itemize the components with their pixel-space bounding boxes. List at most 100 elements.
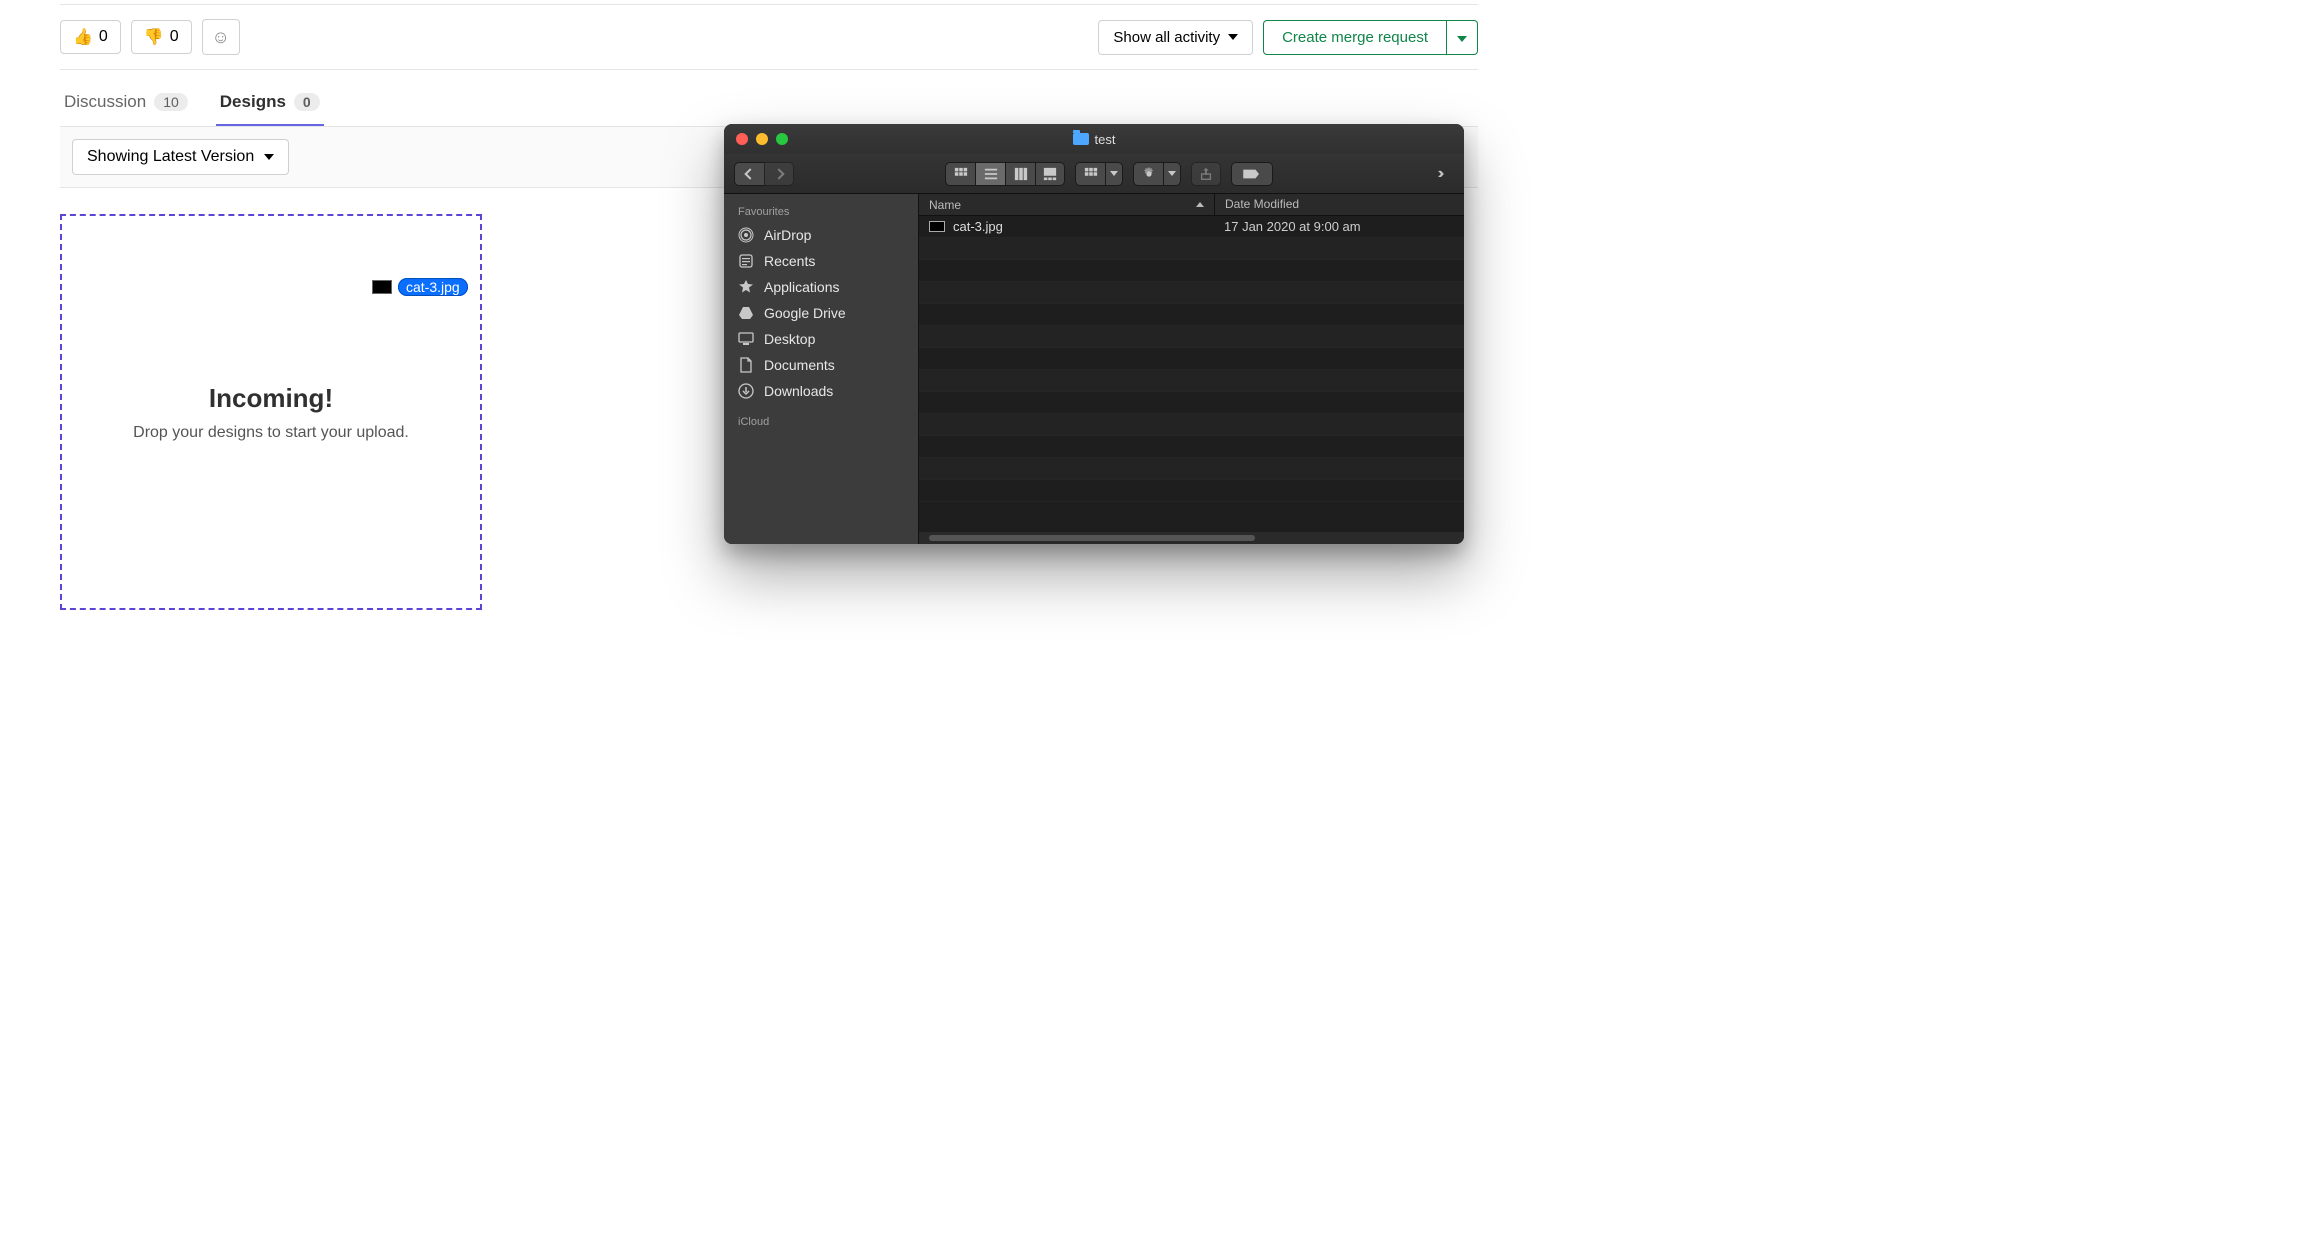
file-row-empty [919, 392, 1464, 414]
scrollbar-thumb[interactable] [929, 535, 1255, 541]
emoji-picker-button[interactable]: ☺ [202, 19, 240, 55]
arrange-options-button[interactable] [1105, 162, 1123, 186]
activity-filter-label: Show all activity [1113, 29, 1220, 46]
airdrop-icon [738, 227, 754, 243]
window-maximize-button[interactable] [776, 133, 788, 145]
tab-discussion-count: 10 [154, 93, 188, 111]
sidebar-item-documents[interactable]: Documents [724, 352, 918, 378]
drag-ghost-filename: cat-3.jpg [398, 278, 468, 296]
nav-forward-button[interactable] [764, 162, 794, 186]
create-merge-request-options-button[interactable] [1447, 20, 1478, 55]
finder-file-list: Name Date Modified cat-3.jpg 17 Jan 2020… [919, 194, 1464, 544]
thumbs-up-count: 0 [99, 28, 108, 46]
file-row-empty [919, 370, 1464, 392]
arrange-icon [1084, 167, 1098, 181]
image-file-icon [929, 221, 945, 232]
gallery-icon [1043, 167, 1057, 181]
gear-icon [1142, 167, 1156, 181]
finder-titlebar[interactable]: test [724, 124, 1464, 154]
file-row-empty [919, 304, 1464, 326]
action-button[interactable] [1133, 162, 1163, 186]
sidebar-item-applications[interactable]: Applications [724, 274, 918, 300]
grid-icon [954, 167, 968, 181]
file-row-empty [919, 348, 1464, 370]
file-row-empty [919, 326, 1464, 348]
view-icon-button[interactable] [945, 162, 975, 186]
sidebar-item-desktop[interactable]: Desktop [724, 326, 918, 352]
file-date-modified: 17 Jan 2020 at 9:00 am [1214, 219, 1464, 234]
finder-title-label: test [1095, 132, 1116, 147]
view-column-button[interactable] [1005, 162, 1035, 186]
image-thumbnail-icon [372, 280, 392, 294]
sidebar-item-downloads[interactable]: Downloads [724, 378, 918, 404]
list-icon [984, 167, 998, 181]
google-drive-icon [738, 305, 754, 321]
window-minimize-button[interactable] [756, 133, 768, 145]
view-list-button[interactable] [975, 162, 1005, 186]
sidebar-item-label: AirDrop [764, 227, 811, 243]
column-header-date-modified[interactable]: Date Modified [1214, 194, 1464, 215]
column-header-date-label: Date Modified [1225, 197, 1299, 211]
file-row-empty [919, 260, 1464, 282]
chevron-down-icon [1457, 36, 1467, 42]
tab-discussion-label: Discussion [64, 92, 146, 112]
sidebar-item-google-drive[interactable]: Google Drive [724, 300, 918, 326]
folder-icon [1073, 133, 1089, 145]
sidebar-item-recents[interactable]: Recents [724, 248, 918, 274]
double-chevron-right-icon: ›› [1438, 165, 1441, 183]
file-row-empty [919, 480, 1464, 502]
create-merge-request-button[interactable]: Create merge request [1263, 20, 1447, 55]
horizontal-scrollbar[interactable] [919, 532, 1464, 544]
share-icon [1199, 167, 1213, 181]
version-selector-dropdown[interactable]: Showing Latest Version [72, 139, 289, 175]
file-row-empty [919, 436, 1464, 458]
view-gallery-button[interactable] [1035, 162, 1065, 186]
recents-icon [738, 253, 754, 269]
sidebar-section-favourites: Favourites [724, 202, 918, 222]
tags-button[interactable] [1231, 162, 1273, 186]
sidebar-item-label: Documents [764, 357, 835, 373]
drag-ghost-chip: cat-3.jpg [372, 278, 468, 296]
chevron-down-icon [264, 154, 274, 160]
column-header-name[interactable]: Name [919, 194, 1214, 215]
toolbar-overflow-button[interactable]: ›› [1424, 162, 1454, 186]
file-row-empty [919, 458, 1464, 480]
file-row[interactable]: cat-3.jpg 17 Jan 2020 at 9:00 am [919, 216, 1464, 238]
dropzone-heading: Incoming! [209, 383, 333, 414]
action-options-button[interactable] [1163, 162, 1181, 186]
nav-back-button[interactable] [734, 162, 764, 186]
desktop-icon [738, 331, 754, 347]
chevron-down-icon [1110, 171, 1118, 176]
sidebar-item-label: Applications [764, 279, 840, 295]
create-merge-request-label: Create merge request [1282, 29, 1428, 46]
finder-sidebar: Favourites AirDrop Recents Applications … [724, 194, 919, 544]
applications-icon [738, 279, 754, 295]
thumbs-down-icon: 👎 [144, 27, 164, 47]
thumbs-down-button[interactable]: 👎 0 [131, 20, 192, 54]
tab-designs-count: 0 [294, 93, 320, 111]
chevron-down-icon [1168, 171, 1176, 176]
sidebar-item-label: Recents [764, 253, 815, 269]
arrange-button[interactable] [1075, 162, 1105, 186]
tab-discussion[interactable]: Discussion 10 [60, 84, 192, 126]
version-selector-label: Showing Latest Version [87, 148, 254, 166]
file-row-empty [919, 282, 1464, 304]
smile-icon: ☺ [211, 27, 229, 48]
sidebar-section-icloud: iCloud [724, 412, 918, 432]
tab-designs[interactable]: Designs 0 [216, 84, 324, 126]
finder-window[interactable]: test [724, 124, 1464, 544]
design-upload-dropzone[interactable]: Incoming! Drop your designs to start you… [60, 214, 482, 610]
file-row-empty [919, 238, 1464, 260]
sidebar-item-label: Downloads [764, 383, 833, 399]
chevron-down-icon [1228, 34, 1238, 40]
tag-icon [1241, 167, 1263, 181]
sidebar-item-airdrop[interactable]: AirDrop [724, 222, 918, 248]
activity-filter-dropdown[interactable]: Show all activity [1098, 20, 1253, 55]
share-button[interactable] [1191, 162, 1221, 186]
sidebar-item-label: Desktop [764, 331, 815, 347]
sort-ascending-icon [1196, 202, 1204, 207]
chevron-left-icon [744, 168, 755, 179]
thumbs-up-button[interactable]: 👍 0 [60, 20, 121, 54]
downloads-icon [738, 383, 754, 399]
window-close-button[interactable] [736, 133, 748, 145]
